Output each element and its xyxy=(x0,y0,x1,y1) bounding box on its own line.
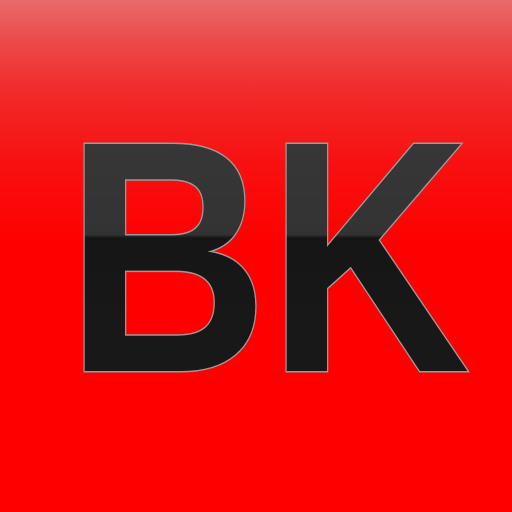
app-icon: BK xyxy=(0,0,512,512)
bk-monogram: BK xyxy=(65,71,472,443)
monogram-text: BK xyxy=(66,72,470,441)
